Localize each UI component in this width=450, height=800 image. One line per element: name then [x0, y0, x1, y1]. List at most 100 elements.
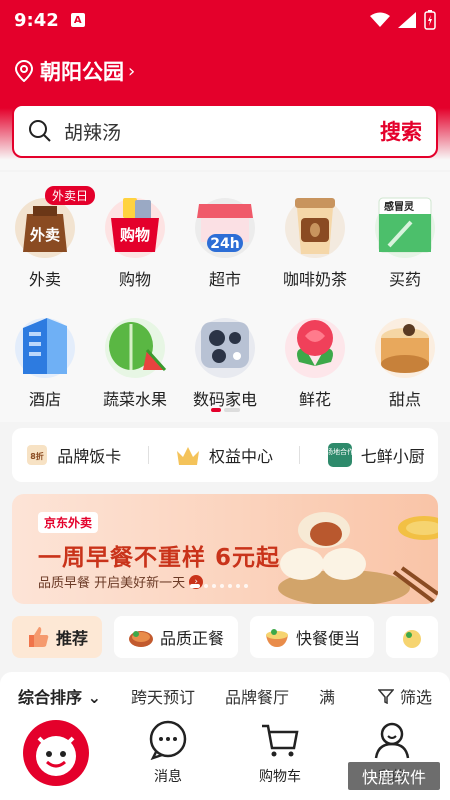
- category-takeout[interactable]: 外卖日 外卖 外卖: [0, 186, 96, 290]
- rose-icon: [279, 308, 351, 380]
- camera-icon: [189, 308, 261, 380]
- status-time: 9:42: [14, 9, 59, 31]
- takeout-bag-text: 外卖: [29, 226, 60, 244]
- filter-button[interactable]: 筛选: [377, 684, 432, 708]
- seven-fresh-icon: 场地合作: [327, 443, 353, 467]
- vegetable-fruit-icon: [99, 308, 171, 380]
- banner-title: 一周早餐不重样 6元起: [38, 545, 281, 571]
- food-icon: [403, 630, 422, 648]
- service-label: 品牌饭卡: [57, 447, 122, 466]
- divider: [299, 446, 301, 464]
- divider: [147, 446, 149, 464]
- category-supermarket[interactable]: 24h 超市: [180, 188, 270, 290]
- sort-comprehensive[interactable]: 综合排序 ⌄: [18, 684, 101, 708]
- chevron-down-icon: ⌄: [87, 688, 101, 707]
- search-query: 胡辣汤: [64, 121, 122, 144]
- signal-icon: [398, 12, 416, 28]
- user-profile-icon: [374, 722, 410, 759]
- banner-dot: [228, 584, 232, 588]
- header: 朝阳公园 ›: [0, 40, 450, 100]
- tab-cart[interactable]: 购物车: [224, 710, 336, 786]
- sort-option-more[interactable]: 满: [319, 684, 335, 708]
- sort-option-brand[interactable]: 品牌餐厅: [225, 684, 289, 708]
- message-bubble-icon: [149, 720, 187, 760]
- sort-option-cross-day[interactable]: 跨天预订: [131, 684, 195, 708]
- banner-brand-tag: 京东外卖: [38, 512, 99, 533]
- category-label: 咖啡奶茶: [282, 270, 347, 289]
- search-area: 胡辣汤 搜索: [0, 100, 450, 170]
- tab-label: 购物车: [259, 769, 301, 785]
- category-label: 鲜花: [298, 390, 331, 409]
- location-name: 朝阳公园: [40, 60, 124, 84]
- category-label: 超市: [208, 270, 241, 289]
- banner-dot: [212, 584, 216, 588]
- chip-fast-food[interactable]: 快餐便当: [250, 616, 375, 658]
- category-hotel[interactable]: 酒店: [0, 308, 90, 410]
- location-selector[interactable]: 朝阳公园 ›: [14, 56, 135, 86]
- medicine-box-icon: 感冒灵: [369, 188, 441, 260]
- category-label: 买药: [388, 270, 421, 289]
- sort-label: 综合排序: [18, 688, 83, 707]
- bowl-icon: [266, 629, 289, 647]
- category-flowers[interactable]: 鲜花: [270, 308, 360, 410]
- hotel-building-icon: [9, 308, 81, 380]
- category-dessert[interactable]: 甜点: [360, 308, 450, 410]
- category-page-indicator: [211, 408, 240, 412]
- category-label: 甜点: [388, 390, 421, 409]
- banner-subtitle-row: 品质早餐 开启美好新一天 ›: [38, 572, 204, 591]
- takeout-bag-icon: 外卖日 外卖: [9, 186, 96, 260]
- banner-page-indicator: [190, 584, 248, 588]
- status-notification-icon: A: [70, 13, 85, 27]
- cake-icon: [369, 308, 441, 380]
- banner-dot: [220, 584, 224, 588]
- service-seven-fresh[interactable]: 场地合作 七鲜小厨: [327, 442, 425, 468]
- status-icons: [370, 10, 436, 30]
- filter-icon: [377, 689, 394, 704]
- chevron-right-icon: ›: [128, 60, 136, 82]
- category-panel: 外卖日 外卖 外卖 购物 购物 24h 超市 咖啡奶茶 感冒灵 买药 酒店 蔬菜…: [0, 172, 450, 422]
- search-input[interactable]: 胡辣汤 搜索: [12, 104, 438, 158]
- chip-label: 推荐: [56, 629, 89, 648]
- chip-quality-meal[interactable]: 品质正餐: [114, 616, 239, 658]
- tab-messages[interactable]: 消息: [112, 710, 224, 786]
- category-label: 蔬菜水果: [102, 390, 167, 409]
- category-grid: 外卖日 外卖 外卖 购物 购物 24h 超市 咖啡奶茶 感冒灵 买药 酒店 蔬菜…: [0, 186, 450, 410]
- category-shopping[interactable]: 购物 购物: [90, 188, 180, 290]
- chip-label: 品质正餐: [160, 629, 225, 648]
- battery-icon: [424, 10, 436, 30]
- crown-icon: [176, 447, 199, 465]
- tab-home[interactable]: [0, 710, 112, 786]
- banner-subtitle: 品质早餐 开启美好新一天: [38, 576, 186, 591]
- coffee-cup-icon: [279, 188, 351, 260]
- chip-recommended[interactable]: 推荐: [12, 616, 103, 658]
- breakfast-food-image: [278, 512, 438, 604]
- category-digital[interactable]: 数码家电: [180, 308, 270, 410]
- category-vegetable-fruit[interactable]: 蔬菜水果: [90, 308, 180, 410]
- category-medicine[interactable]: 感冒灵 买药: [360, 188, 450, 290]
- takeout-day-badge: 外卖日: [45, 186, 96, 205]
- medicine-box-text: 感冒灵: [384, 200, 415, 213]
- chip-more[interactable]: [386, 616, 439, 658]
- banner-dot: [236, 584, 240, 588]
- status-bar: 9:42 A: [0, 0, 450, 40]
- cart-icon: [262, 724, 299, 757]
- category-chips: 推荐 品质正餐 快餐便当: [12, 616, 450, 660]
- shopping-bag-icon: 购物: [99, 188, 171, 260]
- page-dot-active: [211, 408, 221, 412]
- service-brand-card[interactable]: 8折 品牌饭卡: [25, 443, 121, 467]
- wifi-icon: [370, 12, 390, 27]
- location-pin-icon: [14, 60, 34, 82]
- jd-mascot-icon: [23, 720, 89, 786]
- seven-fresh-text: 场地合作: [327, 447, 353, 456]
- service-benefits-center[interactable]: 权益中心: [175, 443, 273, 467]
- tab-label: 消息: [154, 769, 182, 785]
- dish-icon: [129, 631, 154, 647]
- page-dot: [224, 408, 240, 412]
- category-label: 外卖: [28, 270, 61, 289]
- category-coffee-tea[interactable]: 咖啡奶茶: [270, 188, 360, 290]
- search-button[interactable]: 搜索: [380, 116, 422, 146]
- category-label: 数码家电: [192, 390, 257, 409]
- brand-card-text: 8折: [30, 451, 44, 461]
- promo-banner[interactable]: 京东外卖 一周早餐不重样 6元起 品质早餐 开启美好新一天 ›: [12, 494, 438, 604]
- service-label: 权益中心: [208, 447, 273, 466]
